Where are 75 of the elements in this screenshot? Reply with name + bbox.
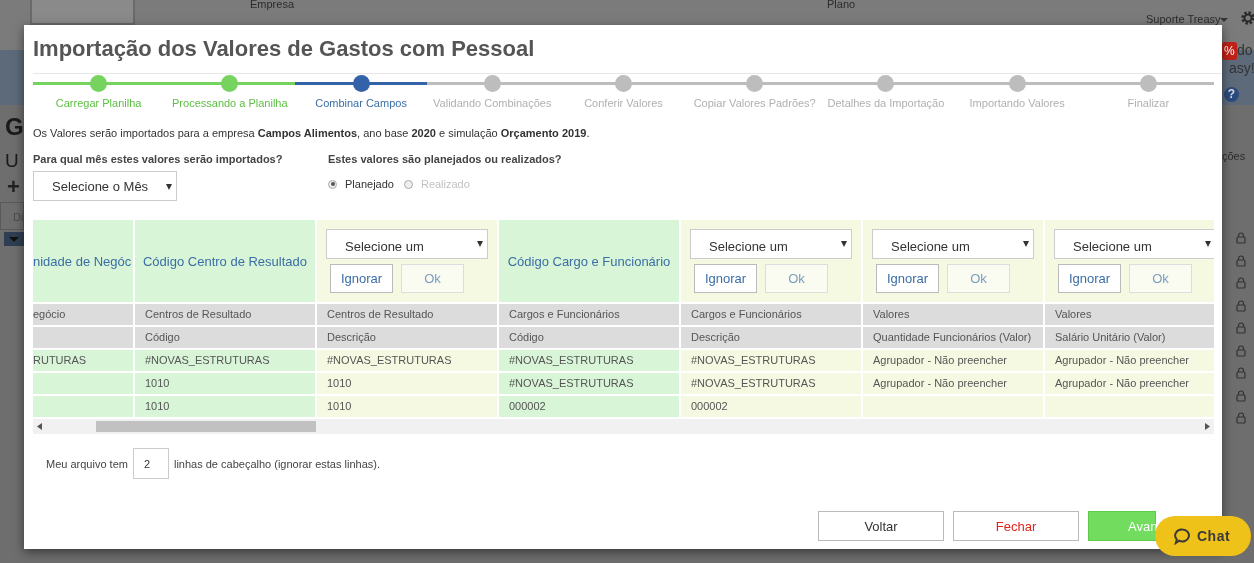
table-cell: Agrupador - Não preencher — [1045, 350, 1214, 371]
ignore-button[interactable]: Ignorar — [876, 264, 939, 293]
ignore-button[interactable]: Ignorar — [330, 264, 393, 293]
step-label[interactable]: Combinar Campos — [315, 97, 407, 110]
table-cell: #NOVAS_ESTRUTURAS — [681, 373, 861, 394]
close-button[interactable]: Fechar — [953, 511, 1079, 541]
notice-text: do — [1237, 42, 1253, 58]
month-question: Para qual mês estes valores serão importados? — [33, 153, 284, 165]
header-lines-label: Meu arquivo tem — [46, 457, 128, 470]
table-cell: 000002 — [681, 396, 861, 417]
notice-text: asy! — [1229, 60, 1254, 76]
table-cell: 1010 — [135, 373, 315, 394]
table-cell: Agrupador - Não preencher — [1045, 373, 1214, 394]
field-header-cell: Código — [499, 327, 679, 348]
table-cell: 1010 — [135, 396, 315, 417]
column-title[interactable]: nidade de Negóc — [33, 253, 132, 269]
month-select[interactable]: Selecione o Mês — [33, 171, 177, 201]
alert-badge: % — [1222, 42, 1237, 60]
ok-button[interactable]: Ok — [401, 264, 464, 293]
step-label[interactable]: Processando a Planilha — [172, 97, 288, 110]
column-title[interactable]: Código Centro de Resultado — [142, 253, 308, 269]
group-header-cell: Valores — [1045, 304, 1214, 325]
field-select[interactable]: Selecione um — [1054, 229, 1214, 259]
scroll-left-icon[interactable] — [37, 423, 42, 430]
chat-button[interactable]: Chat — [1155, 516, 1251, 556]
table-cell: #NOVAS_ESTRUTURAS — [317, 350, 497, 371]
ok-button[interactable]: Ok — [947, 264, 1010, 293]
table-cell: 000002 — [499, 396, 679, 417]
table-cell: 1010 — [317, 373, 497, 394]
radio-label[interactable]: Planejado — [345, 178, 394, 190]
user-menu[interactable]: Suporte Treasy — [1146, 13, 1221, 25]
speech-bubble-icon — [1174, 527, 1191, 545]
field-header-cell: Salário Unitário (Valor) — [1045, 327, 1214, 348]
group-header-cell: Cargos e Funcionários — [681, 304, 861, 325]
field-select[interactable]: Selecione um — [326, 229, 488, 259]
plan-label: Plano — [827, 0, 856, 10]
table-cell: 1010 — [317, 396, 497, 417]
group-header-cell: Centros de Resultado — [317, 304, 497, 325]
import-summary: Os Valores serão importados para a empresa Campos Alimentos, ano base 2020 e simulação Orçamento 2019. — [33, 127, 591, 141]
field-select[interactable]: Selecione um — [690, 229, 852, 259]
field-header-cell: Descrição — [681, 327, 861, 348]
company-label: Empresa — [250, 0, 295, 10]
ok-button[interactable]: Ok — [1129, 264, 1192, 293]
header-lines-field[interactable]: 2 — [132, 448, 169, 479]
field-header-cell: Descrição — [317, 327, 497, 348]
table-cell: #NOVAS_ESTRUTURAS — [499, 350, 679, 371]
modal-title: Importação dos Valores de Gastos com Pessoal — [33, 25, 1222, 74]
table-cell: Agrupador - Não preencher — [863, 373, 1043, 394]
radio-button[interactable] — [328, 179, 337, 189]
ignore-button[interactable]: Ignorar — [1058, 264, 1121, 293]
header-lines-label: linhas de cabeçalho (ignorar estas linhas). — [173, 457, 380, 470]
field-header-cell: Código — [135, 327, 315, 348]
page-title: G — [5, 113, 24, 141]
column-header: ções — [1222, 150, 1246, 162]
step-label[interactable]: Carregar Planilha — [55, 97, 142, 110]
type-question: Estes valores são planejados ou realizados? — [328, 153, 562, 165]
group-header-cell: egócio — [33, 304, 133, 325]
group-header-cell: Valores — [863, 304, 1043, 325]
column-title[interactable]: Código Cargo e Funcionário — [507, 253, 671, 269]
add-icon: + — [7, 174, 20, 200]
page-subtitle: U — [5, 150, 19, 172]
table-cell: #NOVAS_ESTRUTURAS — [135, 350, 315, 371]
field-select[interactable]: Selecione um — [872, 229, 1034, 259]
ok-button[interactable]: Ok — [765, 264, 828, 293]
ignore-button[interactable]: Ignorar — [694, 264, 757, 293]
group-header-cell: Centros de Resultado — [135, 304, 315, 325]
group-header-cell: Cargos e Funcionários — [499, 304, 679, 325]
field-header-cell: Quantidade Funcionários (Valor) — [863, 327, 1043, 348]
back-button[interactable]: Voltar — [818, 511, 944, 541]
horizontal-scrollbar[interactable] — [33, 419, 1214, 434]
scroll-right-icon[interactable] — [1205, 423, 1210, 430]
table-cell: #NOVAS_ESTRUTURAS — [681, 350, 861, 371]
table-cell: #NOVAS_ESTRUTURAS — [499, 373, 679, 394]
table-cell: RUTURAS — [33, 350, 133, 371]
table-cell: Agrupador - Não preencher — [863, 350, 1043, 371]
